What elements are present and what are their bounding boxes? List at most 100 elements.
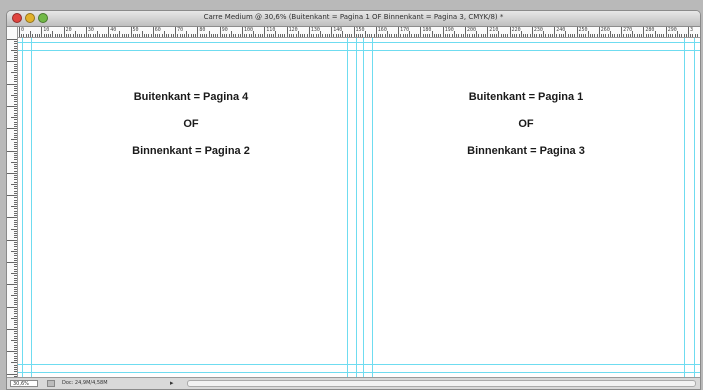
window-title: Carre Medium @ 30,6% (Buitenkant = Pagin… [203, 13, 504, 21]
ruler-tick-minor [362, 34, 364, 37]
right-page-text[interactable]: Buitenkant = Pagina 1 OF Binnenkant = Pa… [431, 84, 621, 165]
ruler-tick-minor [592, 34, 594, 37]
ruler-tick-minor [14, 322, 17, 324]
ruler-tick-minor [14, 279, 17, 281]
title-bar[interactable]: Carre Medium @ 30,6% (Buitenkant = Pagin… [7, 11, 700, 27]
ruler-tick-minor [192, 34, 194, 37]
ruler-tick-minor [652, 34, 654, 37]
ruler-tick-minor [645, 34, 647, 37]
ruler-tick-minor [14, 76, 17, 78]
ruler-tick-minor [14, 233, 17, 234]
ruler-tick-minor [70, 34, 72, 37]
ruler-tick-minor [315, 34, 317, 37]
ruler-tick-label: 180 [422, 27, 432, 33]
guide-vertical[interactable] [31, 38, 32, 377]
ruler-tick-minor [25, 34, 27, 37]
guide-vertical[interactable] [372, 38, 373, 377]
document-icon[interactable] [47, 380, 55, 387]
ruler-tick-minor [291, 34, 293, 37]
ruler-tick-minor [659, 34, 660, 37]
ruler-tick-minor [572, 34, 574, 37]
ruler-tick-minor [248, 34, 250, 37]
ruler-tick-minor [14, 286, 17, 288]
ruler-tick-label: 280 [645, 27, 655, 33]
guide-vertical[interactable] [22, 38, 23, 377]
ruler-tick-minor [14, 290, 17, 292]
ruler-tick-minor [11, 72, 17, 74]
ruler-tick-minor [431, 31, 433, 37]
ruler-tick-minor [114, 34, 116, 37]
guide-vertical[interactable] [363, 38, 364, 377]
ruler-tick-minor [518, 34, 520, 37]
ruler-tick-minor [14, 143, 17, 145]
ruler-tick-minor [14, 65, 17, 67]
ruler-tick-major [398, 27, 400, 37]
ruler-tick-minor [14, 224, 17, 226]
guide-vertical[interactable] [694, 38, 695, 377]
ruler-tick-minor [614, 34, 616, 37]
ruler-tick-minor [11, 183, 17, 185]
ruler-tick-minor [395, 34, 397, 37]
ruler-tick-minor [596, 34, 598, 37]
vertical-ruler[interactable] [7, 27, 18, 377]
guide-horizontal[interactable] [18, 364, 700, 365]
horizontal-ruler[interactable]: 0 10 20 30 40 50 60 70 80 90 100 110 120 130 140 150 160… [17, 27, 700, 38]
ruler-tick-minor [228, 34, 230, 37]
ruler-tick-minor [14, 371, 17, 373]
ruler-tick-minor [282, 34, 284, 37]
horizontal-scrollbar[interactable] [187, 380, 696, 387]
ruler-tick-minor [580, 34, 582, 37]
zoom-level-field[interactable]: 30,6% [10, 380, 38, 387]
ruler-tick-label: 120 [288, 27, 298, 33]
ruler-tick-major [286, 27, 288, 37]
ruler-tick-minor [255, 34, 257, 37]
ruler-tick-label: 240 [556, 27, 566, 33]
ruler-tick-minor [11, 117, 17, 119]
status-menu-arrow-icon[interactable]: ▸ [170, 379, 174, 388]
ruler-tick-minor [92, 34, 94, 37]
guide-vertical[interactable] [684, 38, 685, 377]
ruler-tick-major [242, 27, 243, 37]
ruler-tick-minor [14, 192, 17, 194]
ruler-tick-minor [11, 273, 17, 275]
ruler-tick-minor [585, 34, 587, 37]
ruler-tick-minor [587, 31, 589, 37]
guide-horizontal[interactable] [18, 50, 700, 51]
ruler-tick-major [7, 83, 17, 85]
ruler-tick-major [554, 27, 556, 37]
ruler-tick-minor [34, 34, 36, 37]
ruler-tick-minor [14, 266, 17, 268]
ruler-tick-minor [14, 163, 17, 165]
ruler-tick-minor [14, 315, 17, 317]
ruler-tick-minor [349, 34, 351, 37]
ruler-tick-minor [473, 34, 475, 37]
left-page-line-2: OF [183, 118, 199, 130]
ruler-tick-minor [14, 159, 17, 161]
ruler-tick-minor [239, 34, 241, 37]
guide-vertical[interactable] [356, 38, 357, 377]
ruler-tick-minor [407, 34, 409, 37]
guide-horizontal[interactable] [18, 372, 700, 373]
ruler-tick-minor [14, 237, 17, 239]
ruler-tick-minor [14, 101, 17, 103]
ruler-tick-minor [295, 34, 297, 37]
ruler-tick-minor [378, 34, 380, 37]
ruler-tick-minor [547, 34, 549, 37]
ruler-tick-label: 20 [65, 27, 72, 33]
ruler-tick-minor [14, 201, 17, 203]
ruler-tick-minor [161, 34, 163, 37]
ruler-tick-minor [496, 34, 498, 37]
guide-vertical[interactable] [347, 38, 348, 377]
ruler-tick-minor [413, 34, 415, 37]
ruler-tick-minor [224, 34, 226, 37]
ruler-tick-minor [560, 34, 562, 37]
ruler-tick-minor [188, 34, 190, 37]
document-canvas[interactable]: Buitenkant = Pagina 4 OF Binnenkant = Pa… [18, 38, 700, 377]
ruler-tick-minor [14, 357, 17, 359]
ruler-tick-minor [489, 34, 491, 37]
guide-horizontal[interactable] [18, 42, 700, 43]
ruler-tick-minor [11, 250, 17, 252]
left-page-text[interactable]: Buitenkant = Pagina 4 OF Binnenkant = Pa… [96, 84, 286, 165]
ruler-tick-minor [311, 34, 313, 37]
ruler-tick-minor [14, 79, 17, 81]
